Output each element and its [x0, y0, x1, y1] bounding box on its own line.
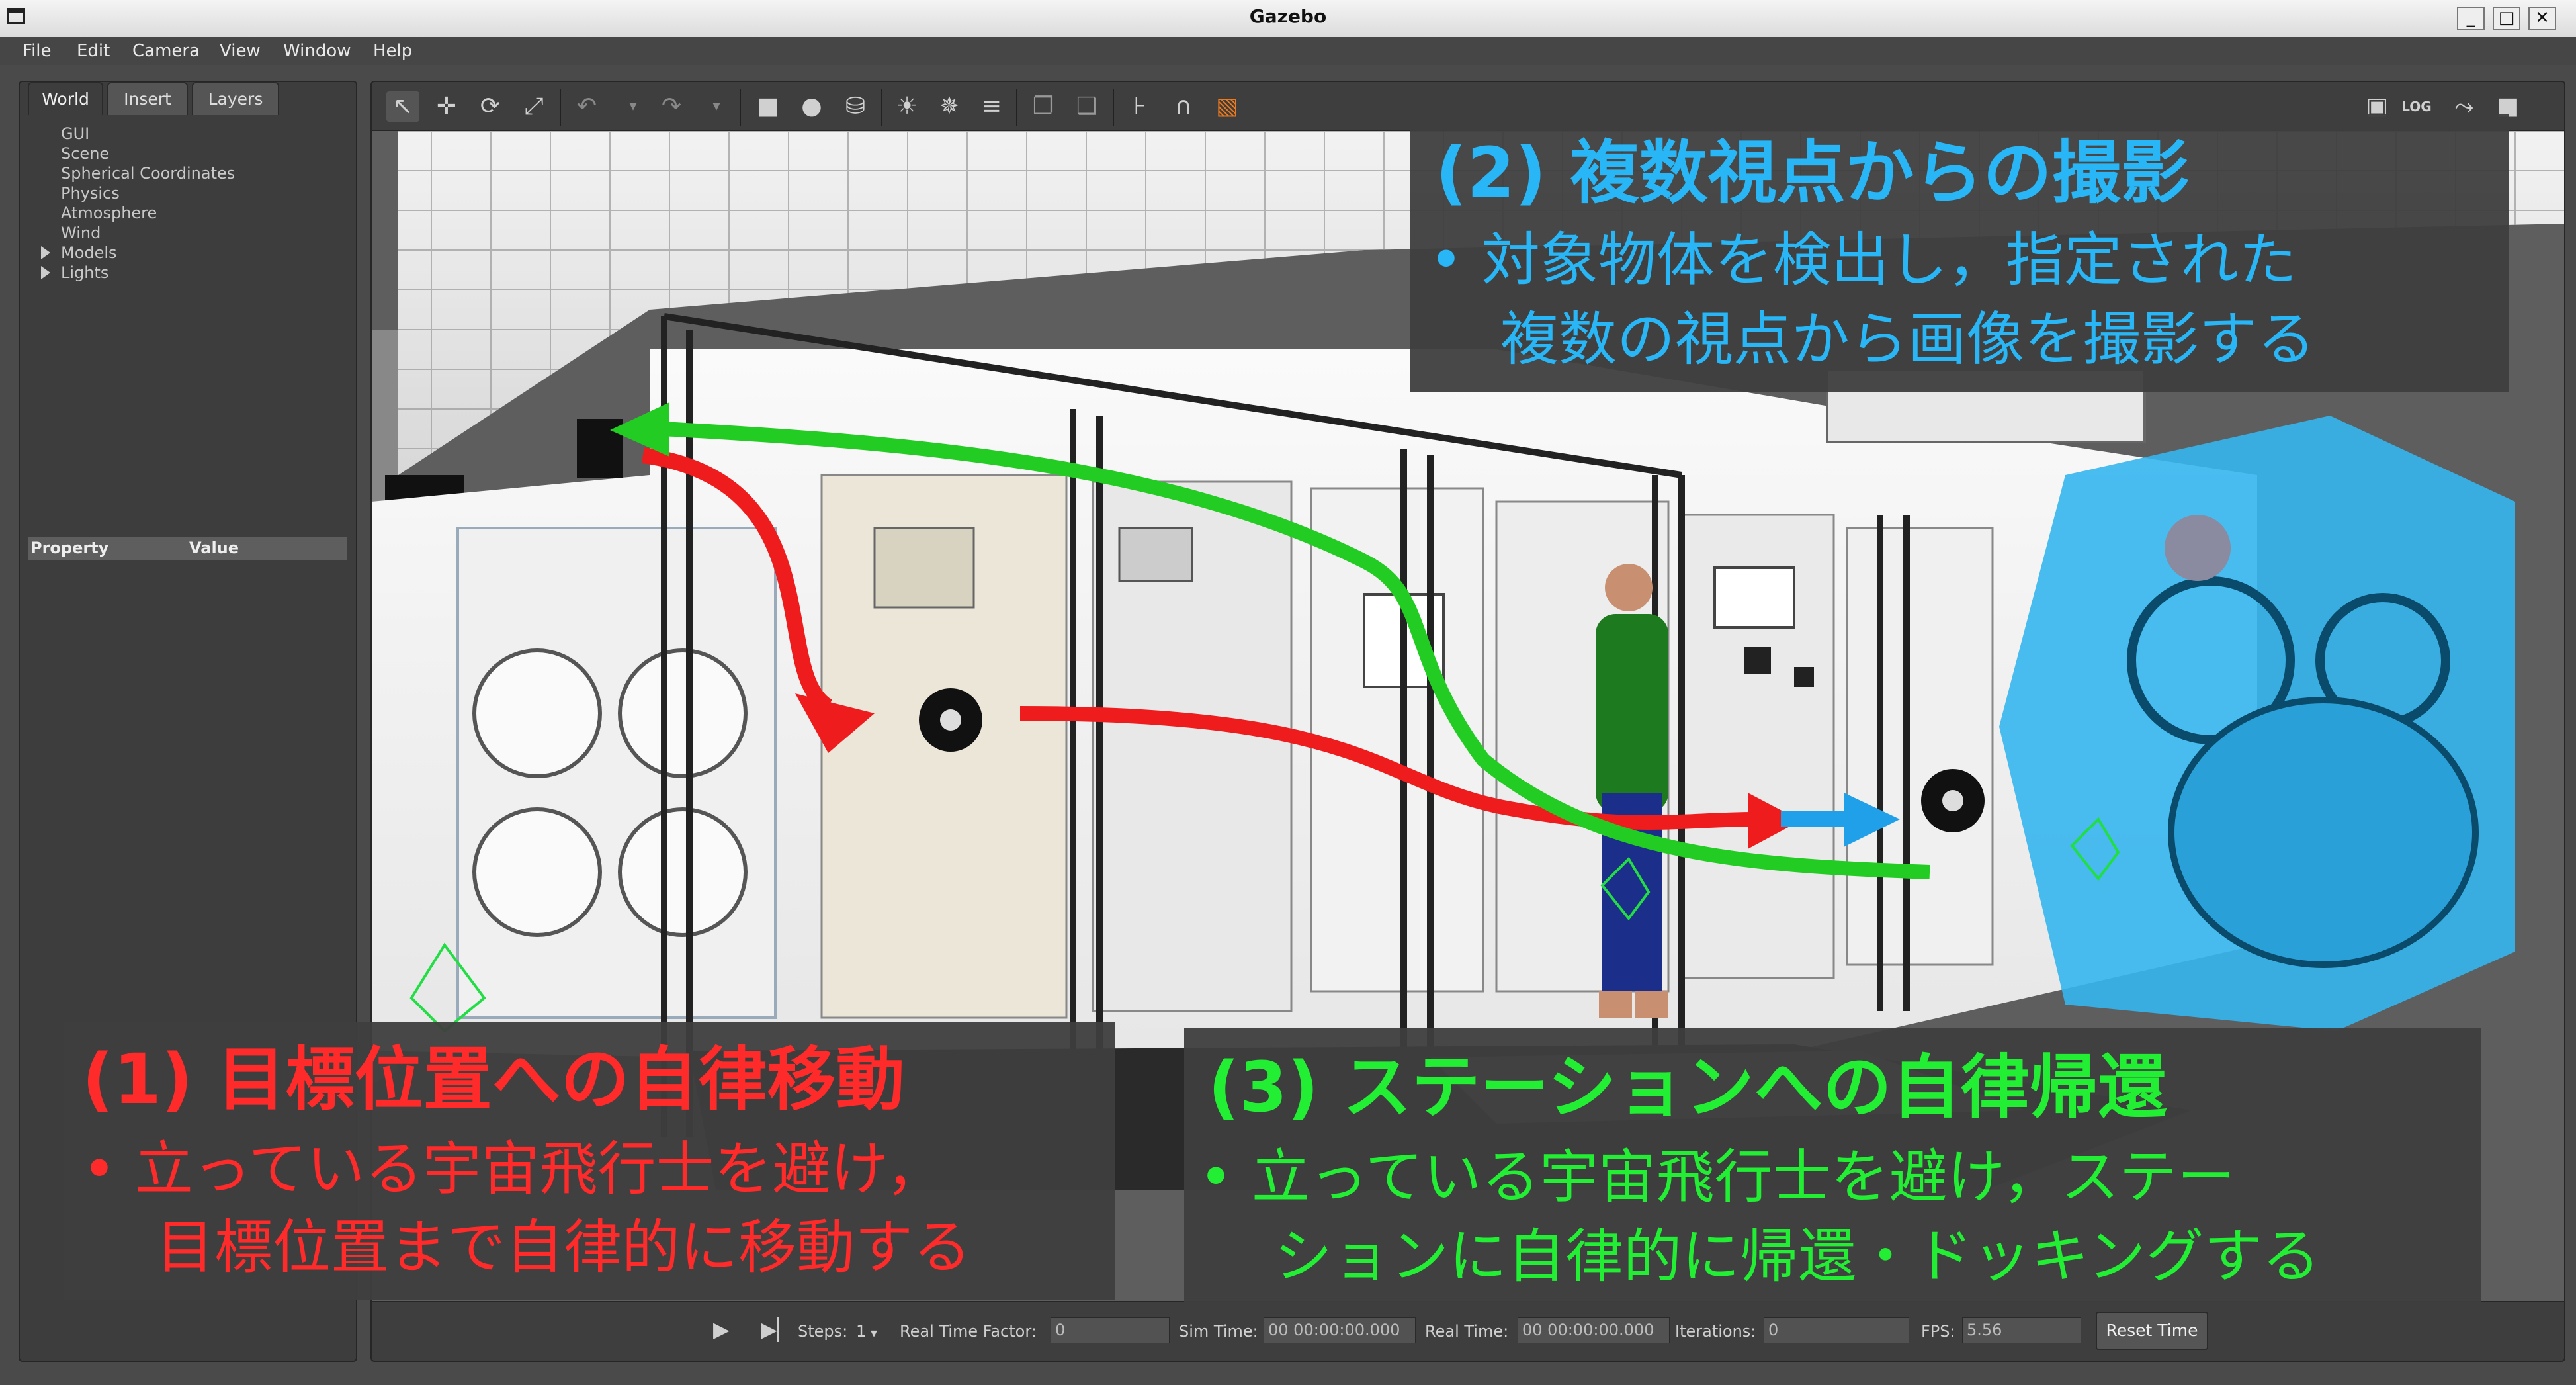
toolbar-separator [740, 89, 741, 126]
play-icon[interactable]: ▶ [713, 1317, 730, 1342]
menu-edit[interactable]: Edit [77, 41, 110, 61]
box-icon[interactable]: ■ [751, 91, 785, 122]
task2-line2: 複数の視点から画像を撮影する [1500, 305, 2316, 373]
window-title-bar: Gazebo _ □ ✕ [0, 0, 2576, 38]
menu-camera[interactable]: Camera [132, 41, 200, 61]
toolbar-separator [881, 89, 882, 126]
real-time-field: 00 00:00:00.000 [1518, 1317, 1670, 1343]
real-time-factor-field: 0 [1051, 1317, 1170, 1343]
task3-heading: (3) ステーションへの自律帰還 [1208, 1047, 2167, 1128]
toolbar-separator [1113, 89, 1114, 126]
sim-time-label: Sim Time: [1179, 1322, 1258, 1341]
menu-file[interactable]: File [22, 41, 52, 61]
menu-help[interactable]: Help [373, 41, 412, 61]
expand-lights-icon[interactable] [41, 266, 50, 279]
select-arrow-icon[interactable]: ↖ [386, 91, 419, 122]
toolbar-separator [560, 89, 561, 126]
rotate-icon[interactable]: ⟳ [474, 91, 507, 122]
redo-icon[interactable]: ↷ [655, 91, 688, 122]
tree-item-atmosphere[interactable]: Atmosphere [61, 204, 157, 222]
astronaut [1596, 564, 1668, 1018]
spot-light-icon[interactable]: ✵ [933, 91, 966, 122]
tree-item-models[interactable]: Models [61, 244, 117, 262]
undo-dropdown-icon[interactable]: ▾ [617, 91, 650, 122]
fps-field: 5.56 [1962, 1317, 2081, 1343]
toolbar-separator [1016, 89, 1017, 126]
translate-icon[interactable]: ✛ [430, 91, 463, 122]
real-time-factor-label: Real Time Factor: [900, 1322, 1037, 1341]
robot-icon [919, 688, 982, 752]
align-icon[interactable]: ⊦ [1123, 91, 1156, 122]
copy-icon[interactable]: ❐ [1027, 91, 1060, 122]
step-icon[interactable]: ▶▏ [761, 1317, 793, 1342]
robot-icon [1921, 769, 1985, 832]
minimize-button[interactable]: _ [2457, 7, 2485, 30]
iterations-field: 0 [1764, 1317, 1909, 1343]
task2-heading: (2) 複数視点からの撮影 [1436, 132, 2190, 213]
scale-icon[interactable]: ⤢ [517, 91, 550, 122]
task3-line1: • 立っている宇宙飛行士を避け，ステー [1199, 1143, 2236, 1211]
tab-world[interactable]: World [28, 82, 103, 115]
property-column-header: Property [30, 539, 109, 557]
real-time-label: Real Time: [1425, 1322, 1509, 1341]
close-button[interactable]: ✕ [2528, 7, 2556, 30]
tab-layers[interactable]: Layers [192, 82, 279, 115]
tree-item-spherical-coordinates[interactable]: Spherical Coordinates [61, 164, 235, 183]
window-title: Gazebo [1249, 5, 1327, 27]
task1-heading: (1) 目標位置への自律移動 [82, 1039, 905, 1120]
task3-line2: ションに自律的に帰還・ドッキングする [1274, 1222, 2321, 1290]
directional-light-icon[interactable]: ≡ [975, 91, 1008, 122]
value-column-header: Value [189, 539, 239, 557]
cylinder-icon[interactable]: ⛁ [839, 91, 872, 122]
task1-line1: • 立っている宇宙飛行士を避け， [82, 1135, 945, 1203]
sim-time-field: 00 00:00:00.000 [1264, 1317, 1416, 1343]
maximize-button[interactable]: □ [2493, 7, 2520, 30]
view-angle-icon[interactable]: ▧ [1211, 91, 1244, 122]
tree-item-lights[interactable]: Lights [61, 263, 108, 282]
paste-icon[interactable]: ❑ [1070, 91, 1103, 122]
tree-item-physics[interactable]: Physics [61, 184, 120, 202]
expand-models-icon[interactable] [41, 246, 50, 259]
snap-icon[interactable]: ∩ [1167, 91, 1200, 122]
menu-bar: File Edit Camera View Window Help [0, 37, 2576, 65]
menu-window[interactable]: Window [283, 41, 351, 61]
redo-dropdown-icon[interactable]: ▾ [700, 91, 733, 122]
tree-item-wind[interactable]: Wind [61, 224, 101, 242]
steps-value[interactable]: 1 [856, 1322, 866, 1341]
undo-icon[interactable]: ↶ [570, 91, 603, 122]
tab-insert[interactable]: Insert [107, 82, 188, 115]
tree-item-scene[interactable]: Scene [61, 144, 109, 163]
fps-label: FPS: [1921, 1322, 1955, 1341]
property-table-header: Property Value [28, 537, 347, 560]
reset-time-button[interactable]: Reset Time [2096, 1312, 2208, 1350]
iterations-label: Iterations: [1675, 1322, 1756, 1341]
menu-view[interactable]: View [220, 41, 261, 61]
point-light-icon[interactable]: ☀ [890, 91, 923, 122]
tree-item-gui[interactable]: GUI [61, 124, 89, 143]
sphere-icon[interactable]: ● [795, 91, 828, 122]
steps-label: Steps: [798, 1322, 848, 1341]
task2-line1: • 対象物体を検出し，指定された [1429, 226, 2297, 294]
steps-dropdown-icon[interactable]: ▾ [871, 1325, 877, 1341]
task1-line2: 目標位置まで自律的に移動する [156, 1213, 972, 1281]
